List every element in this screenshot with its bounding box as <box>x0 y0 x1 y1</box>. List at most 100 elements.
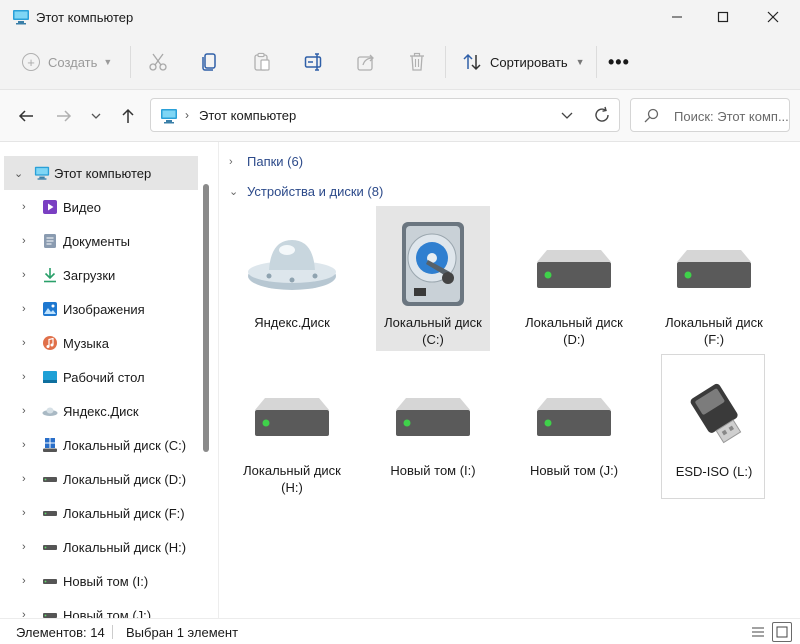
drive-icon <box>255 398 329 436</box>
drive-tile-f[interactable]: Локальный диск (F:) <box>657 206 771 351</box>
chevron-down-icon <box>91 113 101 119</box>
copy-icon <box>202 53 216 71</box>
drive-icon <box>43 511 57 516</box>
sidebar-item-drive-c[interactable]: › Локальный диск (C:) <box>0 428 200 462</box>
chevron-right-icon: › <box>22 405 26 417</box>
recent-locations-button[interactable] <box>84 106 108 126</box>
sidebar-item-downloads[interactable]: › Загрузки <box>0 258 200 292</box>
scissors-icon <box>149 53 167 71</box>
pictures-icon <box>43 302 57 316</box>
chevron-down-icon[interactable] <box>559 107 575 123</box>
chevron-right-icon: › <box>22 337 26 349</box>
drive-icon <box>43 545 57 550</box>
large-icons-view-button[interactable] <box>772 622 792 642</box>
details-view-button[interactable] <box>748 622 768 642</box>
group-header-devices[interactable]: ⌄ Устройства и диски (8) <box>229 184 383 199</box>
sort-label: Сортировать <box>490 54 568 70</box>
documents-icon <box>44 234 56 248</box>
ufo-icon <box>42 407 58 416</box>
share-button[interactable] <box>354 50 378 74</box>
drive-tile-j[interactable]: Новый том (J:) <box>517 354 631 499</box>
sidebar-item-yandex-disk[interactable]: › Яндекс.Диск <box>0 394 200 428</box>
search-input[interactable]: Поиск: Этот комп... <box>630 98 790 132</box>
drive-icon <box>43 477 57 482</box>
sidebar-item-music[interactable]: › Музыка <box>0 326 200 360</box>
sidebar-item-drive-d[interactable]: › Локальный диск (D:) <box>0 462 200 496</box>
arrow-up-icon <box>122 108 134 123</box>
sidebar-item-label: Рабочий стол <box>63 369 145 385</box>
sidebar-item-documents[interactable]: › Документы <box>0 224 200 258</box>
chevron-right-icon: › <box>22 473 26 485</box>
maximize-button[interactable] <box>700 0 746 34</box>
tiles-view-icon <box>776 626 788 638</box>
cut-button[interactable] <box>146 50 170 74</box>
sidebar-item-label: Изображения <box>63 301 145 317</box>
sidebar-item-desktop[interactable]: › Рабочий стол <box>0 360 200 394</box>
sidebar-item-label: Новый том (J:) <box>63 607 152 619</box>
paste-button[interactable] <box>250 50 274 74</box>
music-icon <box>43 336 57 350</box>
sidebar-item-pictures[interactable]: › Изображения <box>0 292 200 326</box>
toolbar-divider <box>130 46 131 78</box>
refresh-icon[interactable] <box>593 106 611 124</box>
sort-button[interactable]: Сортировать ▼ <box>462 48 585 76</box>
sidebar-item-label: Музыка <box>63 335 109 351</box>
sidebar-item-video[interactable]: › Видео <box>0 190 200 224</box>
drive-tile-i[interactable]: Новый том (I:) <box>376 354 490 499</box>
drive-tile-d[interactable]: Локальный диск (D:) <box>517 206 631 351</box>
sidebar-item-label: Локальный диск (C:) <box>63 437 187 453</box>
computer-icon <box>34 166 50 180</box>
drive-icon <box>537 398 611 436</box>
video-icon <box>43 200 57 214</box>
sidebar-item-label: Этот компьютер <box>54 165 152 181</box>
group-title: Папки (6) <box>247 154 304 169</box>
drive-tile-yandex-disk[interactable]: Яндекс.Диск <box>235 206 349 351</box>
forward-button[interactable] <box>52 106 76 126</box>
close-button[interactable] <box>750 0 796 34</box>
content-pane: › Папки (6) ⌄ Устройства и диски (8) Янд… <box>219 142 800 618</box>
sidebar-item-drive-h[interactable]: › Локальный диск (H:) <box>0 530 200 564</box>
sidebar-item-this-pc[interactable]: ⌄ Этот компьютер <box>4 156 198 190</box>
rename-button[interactable] <box>302 50 326 74</box>
chevron-right-icon: › <box>22 507 26 519</box>
drive-label: Локальный диск (D:) <box>525 315 623 347</box>
more-options-button[interactable]: ••• <box>608 48 630 76</box>
sidebar-item-drive-i[interactable]: › Новый том (I:) <box>0 564 200 598</box>
close-icon <box>767 11 779 23</box>
status-divider <box>112 625 113 639</box>
drive-icon <box>43 579 57 584</box>
chevron-right-icon: › <box>229 155 233 168</box>
up-button[interactable] <box>116 106 140 126</box>
status-bar: Элементов: 14 Выбран 1 элемент <box>0 618 800 644</box>
chevron-down-icon: ⌄ <box>14 167 24 180</box>
create-button[interactable]: + Создать ▼ <box>22 48 112 76</box>
minimize-button[interactable] <box>654 0 700 34</box>
drive-tile-c[interactable]: Локальный диск (C:) <box>376 206 490 351</box>
breadcrumb[interactable]: Этот компьютер <box>199 108 296 123</box>
rename-icon <box>304 53 322 71</box>
create-label: Создать <box>48 54 98 70</box>
sidebar-item-label: Локальный диск (F:) <box>63 505 185 521</box>
delete-button[interactable] <box>405 50 429 74</box>
drive-tile-h[interactable]: Локальный диск (H:) <box>235 354 349 499</box>
chevron-right-icon: › <box>22 371 26 383</box>
copy-button[interactable] <box>198 50 222 74</box>
drive-tile-l[interactable]: ESD-ISO (L:) <box>661 354 765 499</box>
drive-label: Локальный диск (C:) <box>384 315 482 347</box>
drive-icon <box>537 250 611 288</box>
chevron-down-icon: ⌄ <box>229 186 239 198</box>
sidebar-scrollbar[interactable] <box>203 184 209 452</box>
plus-icon: + <box>22 53 40 71</box>
group-title: Устройства и диски (8) <box>247 184 384 199</box>
chevron-down-icon: ▼ <box>103 57 113 67</box>
group-header-folders[interactable]: › Папки (6) <box>229 154 303 169</box>
sidebar-item-label: Новый том (I:) <box>63 573 149 589</box>
back-button[interactable] <box>14 106 38 126</box>
sidebar-item-drive-f[interactable]: › Локальный диск (F:) <box>0 496 200 530</box>
address-bar[interactable]: › Этот компьютер <box>150 98 620 132</box>
sidebar-item-label: Документы <box>63 233 131 249</box>
sidebar-item-drive-j[interactable]: › Новый том (J:) <box>0 598 200 618</box>
chevron-down-icon: ▼ <box>575 57 585 67</box>
arrow-left-icon <box>18 110 33 122</box>
drive-label: Локальный диск (F:) <box>665 315 763 347</box>
